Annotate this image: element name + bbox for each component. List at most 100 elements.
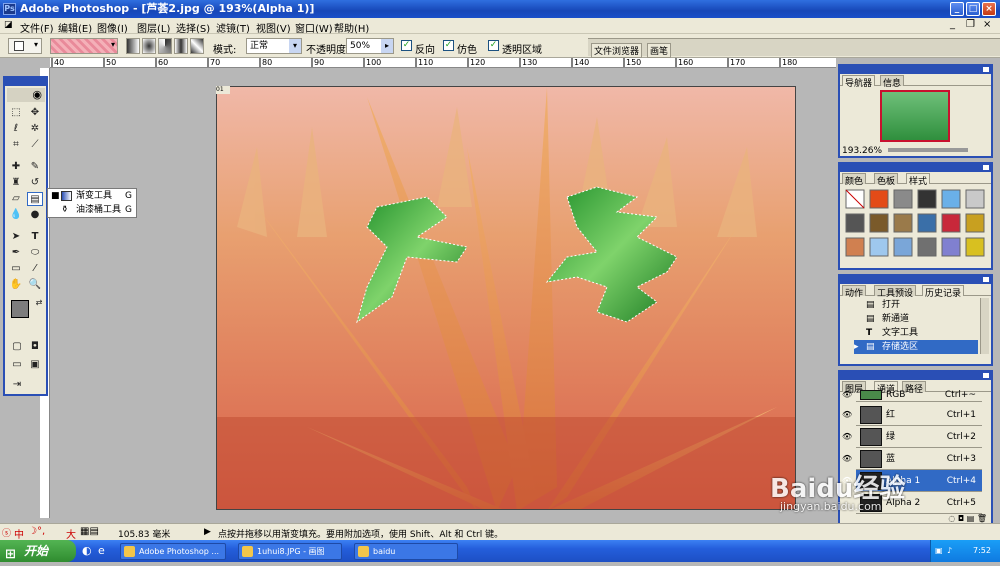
menu-file[interactable]: 文件(F) xyxy=(20,20,54,35)
status-arrow-icon[interactable]: ▶ xyxy=(204,527,211,537)
lasso-icon[interactable]: ℓ xyxy=(8,122,24,136)
ime-mode[interactable]: 中 xyxy=(14,526,24,541)
style-swatches[interactable] xyxy=(844,188,989,264)
eye-icon[interactable]: 👁 xyxy=(842,404,852,426)
eraser-icon[interactable]: ▱ xyxy=(8,192,24,206)
doc-dimensions[interactable]: 105.83 毫米 xyxy=(118,527,170,540)
healing-brush-icon[interactable]: ✚ xyxy=(8,160,24,174)
history-item-selected[interactable]: ▸ ▤ 存储选区 xyxy=(854,340,978,354)
quick-mask-icon[interactable]: ◘ xyxy=(27,340,43,354)
eyedropper-icon[interactable]: ⁄ xyxy=(27,262,43,276)
toolbox-header[interactable] xyxy=(5,78,46,86)
menu-layer[interactable]: 图层(L) xyxy=(137,20,170,35)
minimize-button[interactable]: _ xyxy=(950,2,964,16)
channel-row[interactable]: 👁 RGB Ctrl+~ xyxy=(842,388,982,402)
diamond-gradient-button[interactable] xyxy=(190,38,204,54)
history-panel-header[interactable] xyxy=(840,276,991,284)
path-select-icon[interactable]: ➤ xyxy=(8,230,24,244)
magic-wand-icon[interactable]: ✲ xyxy=(27,122,43,136)
crop-icon[interactable]: ⌗ xyxy=(8,138,24,152)
zoom-icon[interactable]: 🔍 xyxy=(27,278,43,292)
tab-history[interactable]: 历史记录 xyxy=(922,285,965,299)
adobe-online-button[interactable]: ◉ xyxy=(7,88,45,102)
tab-info[interactable]: 信息 xyxy=(880,75,905,89)
marquee-icon[interactable]: ⬚ xyxy=(8,106,24,120)
close-button[interactable]: × xyxy=(982,2,996,16)
move-icon[interactable]: ✥ xyxy=(27,106,43,120)
tab-styles[interactable]: 样式 xyxy=(906,173,931,187)
ime-keyboard-icon[interactable]: ▦▤ xyxy=(80,526,99,537)
opacity-input[interactable]: 50% ▸ xyxy=(346,38,394,54)
tool-preset-picker[interactable]: ▾ xyxy=(8,38,42,54)
channel-row[interactable]: 👁 蓝 Ctrl+3 xyxy=(842,448,982,470)
clone-stamp-icon[interactable]: ♜ xyxy=(8,176,24,190)
tab-swatches[interactable]: 色板 xyxy=(874,173,899,187)
menu-window[interactable]: 窗口(W) xyxy=(295,20,333,35)
doc-restore-icon[interactable]: ❐ xyxy=(966,19,975,30)
type-icon[interactable]: T xyxy=(27,230,43,244)
radial-gradient-button[interactable] xyxy=(142,38,156,54)
clock[interactable]: 7:52 xyxy=(973,540,991,562)
ie-icon[interactable]: e xyxy=(98,544,105,557)
menu-edit[interactable]: 编辑(E) xyxy=(58,20,92,35)
task-photoshop[interactable]: Adobe Photoshop ... xyxy=(120,543,226,560)
zoom-slider[interactable] xyxy=(888,148,968,152)
angle-gradient-button[interactable] xyxy=(158,38,172,54)
maximize-button[interactable]: □ xyxy=(966,2,980,16)
blur-icon[interactable]: 💧 xyxy=(8,208,24,222)
pen-icon[interactable]: ✒ xyxy=(8,246,24,260)
eye-icon[interactable]: 👁 xyxy=(842,448,852,470)
ime-punctuation-icon[interactable]: ☽°, xyxy=(28,526,45,537)
flyout-paint-bucket-tool[interactable]: ⚱ 油漆桶工具 G xyxy=(48,203,136,217)
history-item[interactable]: ▤ 打开 xyxy=(854,298,978,312)
jump-to-imageready-icon[interactable]: ⇥ xyxy=(9,378,25,392)
shape-icon[interactable]: ⬭ xyxy=(27,246,43,260)
brush-icon[interactable]: ✎ xyxy=(27,160,43,174)
menu-filter[interactable]: 滤镜(T) xyxy=(216,20,250,35)
hand-icon[interactable]: ✋ xyxy=(8,278,24,292)
tab-color[interactable]: 颜色 xyxy=(842,173,867,187)
start-button[interactable]: ⊞ 开始 xyxy=(0,540,76,562)
tab-tool-presets[interactable]: 工具预设 xyxy=(874,285,917,299)
transparency-checkbox[interactable]: ✓ xyxy=(488,40,499,51)
reverse-checkbox[interactable]: ✓ xyxy=(401,40,412,51)
gradient-icon[interactable]: ▤ xyxy=(27,192,43,206)
tab-actions[interactable]: 动作 xyxy=(842,285,867,299)
dither-checkbox[interactable]: ✓ xyxy=(443,40,454,51)
notes-icon[interactable]: ▭ xyxy=(8,262,24,276)
swap-colors-icon[interactable]: ⇄ xyxy=(31,296,47,310)
doc-menu-icon[interactable]: ◪ xyxy=(4,20,13,30)
reflected-gradient-button[interactable] xyxy=(174,38,188,54)
channel-row[interactable]: 👁 绿 Ctrl+2 xyxy=(842,426,982,448)
show-desktop-icon[interactable]: ◐ xyxy=(82,544,92,557)
doc-minimize-icon[interactable]: _ xyxy=(950,19,955,30)
mode-select[interactable]: 正常 ▾ xyxy=(246,38,302,54)
history-scrollbar[interactable] xyxy=(980,298,989,354)
navigator-zoom[interactable]: 193.26% xyxy=(842,146,882,156)
menu-help[interactable]: 帮助(H) xyxy=(334,20,369,35)
channel-row[interactable]: 👁 红 Ctrl+1 xyxy=(842,404,982,426)
tab-navigator[interactable]: 导航器 xyxy=(842,75,876,89)
linear-gradient-button[interactable] xyxy=(126,38,140,54)
menu-select[interactable]: 选择(S) xyxy=(176,20,210,35)
file-browser-tab[interactable]: 文件浏览器 xyxy=(591,43,643,58)
ime-width[interactable]: 大 xyxy=(66,526,76,541)
doc-close-icon[interactable]: × xyxy=(983,19,991,30)
dodge-icon[interactable]: ● xyxy=(27,208,43,222)
navigator-thumbnail[interactable] xyxy=(880,90,950,142)
task-paint[interactable]: 1uhui8.JPG - 画图 xyxy=(238,543,342,560)
slice-icon[interactable]: ⟋ xyxy=(27,138,43,152)
image-canvas[interactable] xyxy=(216,86,796,510)
task-baidu[interactable]: baidu xyxy=(354,543,458,560)
tray-network-icon[interactable]: ▣ xyxy=(935,540,943,562)
screen-mode-icon[interactable]: ▭ xyxy=(9,358,25,372)
navigator-panel-header[interactable] xyxy=(840,66,991,74)
foreground-color[interactable] xyxy=(11,300,29,318)
menu-image[interactable]: 图像(I) xyxy=(97,20,128,35)
brushes-tab[interactable]: 画笔 xyxy=(647,43,672,58)
menu-view[interactable]: 视图(V) xyxy=(256,20,291,35)
eye-icon[interactable]: 👁 xyxy=(842,388,852,402)
full-screen-icon[interactable]: ▣ xyxy=(27,358,43,372)
history-item[interactable]: T 文字工具 xyxy=(854,326,978,340)
standard-mode-icon[interactable]: ▢ xyxy=(9,340,25,354)
